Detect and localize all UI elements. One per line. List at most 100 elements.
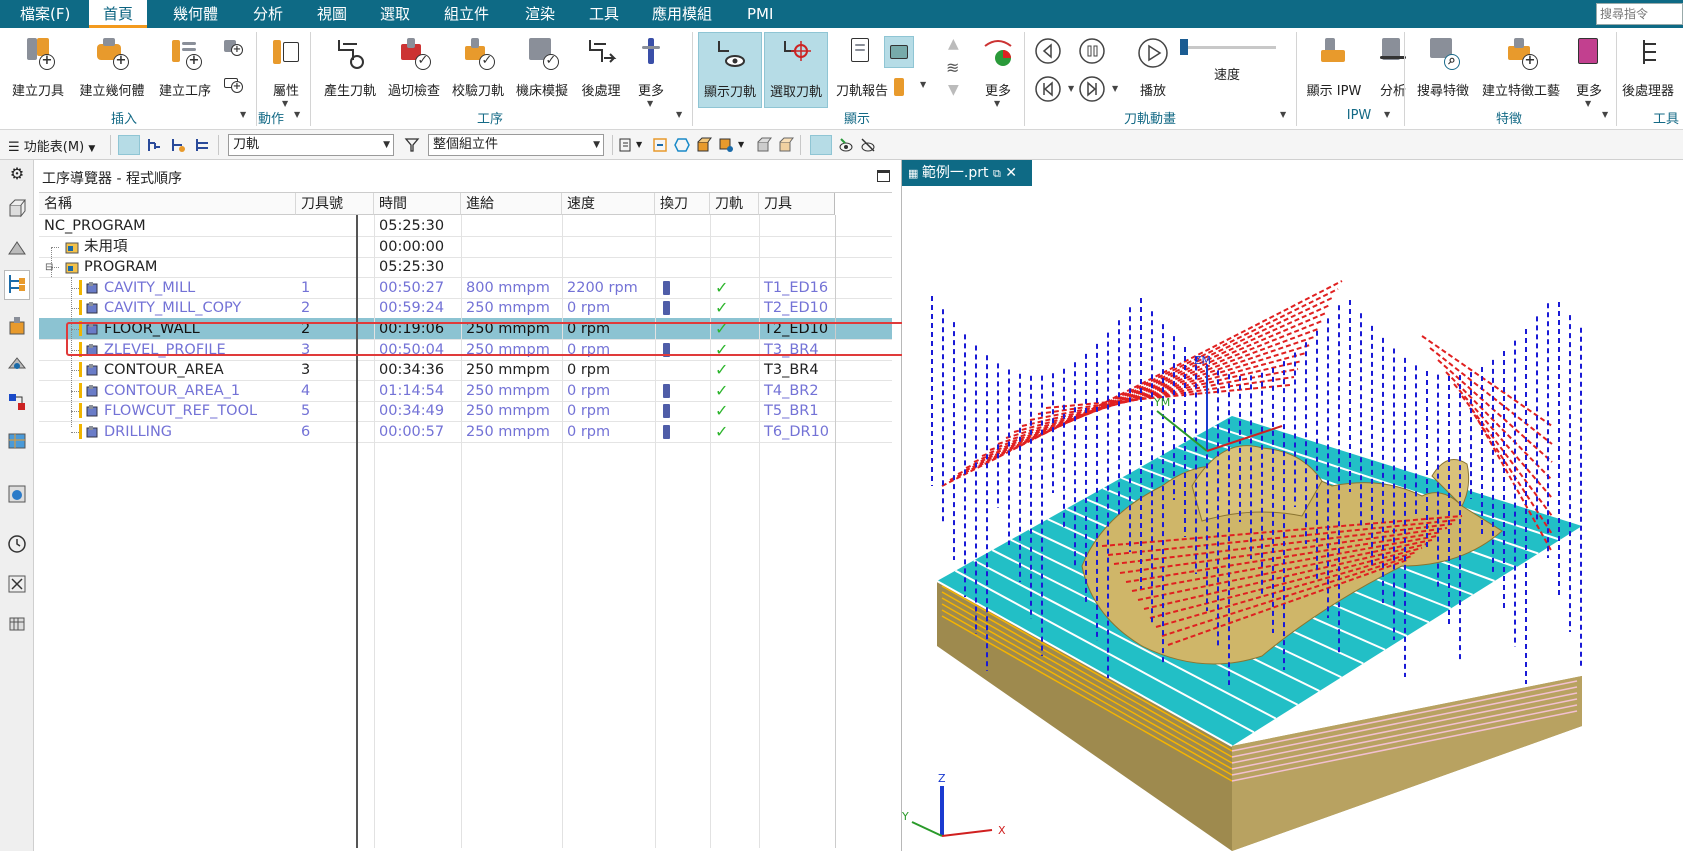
group-insert-dropdown-icon[interactable]: ▼ bbox=[240, 110, 246, 119]
display-tool-button[interactable] bbox=[884, 72, 914, 102]
history-clock-icon[interactable] bbox=[7, 534, 27, 554]
table-row[interactable]: CONTOUR_AREA_1 4 01:14:54 250 mmpm 0 rpm T4_B… bbox=[39, 380, 892, 402]
column-header-tool-number[interactable]: 刀具號 bbox=[296, 193, 374, 215]
go-end-button[interactable] bbox=[1076, 74, 1108, 106]
menu-analysis[interactable]: 分析 bbox=[253, 0, 283, 28]
graphics-viewport[interactable]: ZM YM Z Y X bbox=[902, 186, 1683, 851]
menu-pmi[interactable]: PMI bbox=[747, 0, 773, 28]
menu-assembly[interactable]: 組立件 bbox=[444, 0, 489, 28]
menu-geometry[interactable]: 幾何體 bbox=[173, 0, 218, 28]
display-tool-dropdown-icon[interactable]: ▼ bbox=[920, 80, 926, 89]
snap-settings-icon[interactable] bbox=[618, 137, 634, 153]
column-header-tool-change[interactable]: 換刀 bbox=[655, 193, 710, 215]
undock-icon[interactable]: ⧉ bbox=[993, 167, 1001, 180]
postprocess-button[interactable]: 後處理 bbox=[574, 32, 628, 102]
create-tool-button[interactable]: + 建立刀具 bbox=[8, 32, 68, 102]
gouge-check-button[interactable]: ✓ 過切檢查 bbox=[382, 32, 446, 102]
menu-button[interactable]: ☰ 功能表(M) ▼ bbox=[8, 136, 95, 155]
menu-select[interactable]: 選取 bbox=[380, 0, 410, 28]
column-header-feed[interactable]: 進給 bbox=[461, 193, 562, 215]
maximize-icon[interactable] bbox=[877, 170, 890, 182]
scope-dropdown[interactable]: 整個組立件 ▼ bbox=[428, 134, 604, 156]
collapse-toggle-icon[interactable]: ⊟ bbox=[45, 262, 53, 273]
create-program-button[interactable]: + bbox=[218, 68, 248, 102]
create-method-button[interactable]: + bbox=[218, 32, 248, 66]
name-column-divider[interactable] bbox=[356, 215, 358, 848]
table-row[interactable]: ZLEVEL_PROFILE 3 00:50:04 250 mmpm 0 rpm T3_B… bbox=[39, 339, 892, 361]
postprocess-cut-button[interactable]: 後處理器 bbox=[1622, 32, 1683, 102]
show-object-icon[interactable] bbox=[838, 137, 854, 153]
speed-slider-thumb[interactable] bbox=[1180, 39, 1188, 55]
more-feature-button[interactable]: 更多 ▼ bbox=[1566, 32, 1612, 108]
table-row[interactable]: NC_PROGRAM 05:25:30 bbox=[39, 215, 892, 237]
layer-nav-button[interactable]: ▲ ≋ ▼ bbox=[936, 32, 972, 102]
find-feature-button[interactable]: ⌕ 搜尋特徵 bbox=[1410, 32, 1476, 102]
close-icon[interactable]: ✕ bbox=[1005, 165, 1017, 181]
geometry-view-icon[interactable] bbox=[170, 137, 186, 153]
verify-path-button[interactable]: ✓ 校驗刀軌 bbox=[446, 32, 510, 102]
table-row[interactable]: CAVITY_MILL_COPY 2 00:59:24 250 mmpm 0 rpm T2… bbox=[39, 297, 892, 320]
group-animation-dropdown-icon[interactable]: ▼ bbox=[1280, 110, 1286, 119]
column-header-name[interactable]: 名稱 bbox=[39, 193, 296, 215]
go-start-dropdown-icon[interactable]: ▼ bbox=[1068, 84, 1074, 93]
group-ipw-dropdown-icon[interactable]: ▼ bbox=[1384, 110, 1390, 119]
show-ipw-button[interactable]: 顯示 IPW bbox=[1300, 32, 1368, 102]
process-tools-icon[interactable] bbox=[7, 574, 27, 594]
machining-feature-navigator-icon[interactable] bbox=[7, 354, 27, 374]
feature-select-dropdown-icon[interactable]: ▼ bbox=[738, 140, 744, 149]
table-row[interactable]: CONTOUR_AREA 3 00:34:36 250 mmpm 0 rpm T3_BR4… bbox=[39, 359, 892, 382]
select-all-icon[interactable] bbox=[652, 137, 668, 153]
menu-home[interactable]: 首頁 bbox=[89, 0, 148, 28]
snap-dropdown-icon[interactable]: ▼ bbox=[636, 140, 642, 149]
machine-sim-button[interactable]: ✓ 機床模擬 bbox=[510, 32, 574, 102]
machine-tool-view-icon[interactable] bbox=[146, 137, 162, 153]
table-row[interactable]: ⊟ PROGRAM 05:25:30 bbox=[39, 256, 892, 279]
web-browser-icon[interactable] bbox=[7, 484, 27, 504]
reuse-library-icon[interactable] bbox=[7, 430, 27, 450]
column-header-speed[interactable]: 速度 bbox=[562, 193, 655, 215]
method-view-icon[interactable] bbox=[194, 137, 210, 153]
menu-view[interactable]: 視圖 bbox=[317, 0, 347, 28]
mcs-display-icon[interactable] bbox=[810, 135, 832, 155]
table-row[interactable]: FLOOR_WALL 2 00:19:06 250 mmpm 0 rpm T2_ED10 ✓ bbox=[39, 318, 892, 340]
table-row[interactable]: FLOWCUT_REF_TOOL 5 00:34:49 250 mmpm 0 rpm T5… bbox=[39, 400, 892, 423]
cube-outline-icon[interactable] bbox=[756, 137, 772, 153]
feature-navigator-icon[interactable] bbox=[7, 392, 27, 412]
group-operation-dropdown-icon[interactable]: ▼ bbox=[676, 110, 682, 119]
pause-button[interactable] bbox=[1076, 36, 1108, 68]
hexagon-select-icon[interactable] bbox=[674, 137, 690, 153]
document-tab[interactable]: ▦ 範例一.prt ⧉ ✕ bbox=[902, 160, 1032, 186]
create-geometry-button[interactable]: + 建立幾何體 bbox=[76, 32, 148, 102]
filter-icon[interactable] bbox=[404, 137, 420, 153]
properties-button[interactable]: 屬性 ▼ bbox=[262, 32, 310, 108]
type-filter-dropdown[interactable]: 刀軌 ▼ bbox=[228, 134, 394, 156]
operation-navigator-icon[interactable] bbox=[4, 270, 30, 300]
create-feature-op-button[interactable]: + 建立特徵工藝 bbox=[1476, 32, 1566, 102]
play-button[interactable]: 播放 bbox=[1124, 32, 1182, 102]
go-start-button[interactable] bbox=[1032, 74, 1064, 106]
menu-applications[interactable]: 應用模組 bbox=[652, 0, 712, 28]
assembly-navigator-icon[interactable] bbox=[7, 198, 27, 218]
more-display-button[interactable]: 更多 ▼ bbox=[974, 32, 1022, 108]
menu-file[interactable]: 檔案(F) bbox=[20, 0, 70, 28]
display-mode-button[interactable] bbox=[884, 36, 914, 68]
go-end-dropdown-icon[interactable]: ▼ bbox=[1112, 84, 1118, 93]
generate-path-button[interactable]: 產生刀軌 bbox=[318, 32, 382, 102]
menu-render[interactable]: 渲染 bbox=[525, 0, 555, 28]
column-header-path[interactable]: 刀軌 bbox=[710, 193, 759, 215]
show-path-button[interactable]: 顯示刀軌 bbox=[698, 32, 762, 108]
more-operations-button[interactable]: 更多 ▼ bbox=[628, 32, 674, 108]
column-header-time[interactable]: 時間 bbox=[374, 193, 461, 215]
select-path-button[interactable]: 選取刀軌 bbox=[764, 32, 828, 108]
table-row[interactable]: DRILLING 6 00:00:57 250 mmpm 0 rpm T6_DR10 ✓ bbox=[39, 421, 892, 443]
speed-slider-track[interactable] bbox=[1182, 46, 1276, 49]
program-order-view-icon[interactable] bbox=[118, 135, 140, 155]
roles-icon[interactable] bbox=[7, 614, 27, 634]
gear-icon[interactable]: ⚙ bbox=[7, 164, 27, 184]
feature-select-icon[interactable] bbox=[718, 137, 734, 153]
body-select-icon[interactable] bbox=[696, 137, 712, 153]
create-operation-button[interactable]: + 建立工序 bbox=[152, 32, 218, 102]
group-action-dropdown-icon[interactable]: ▼ bbox=[294, 110, 300, 119]
cube-section-icon[interactable] bbox=[778, 137, 794, 153]
group-feature-dropdown-icon[interactable]: ▼ bbox=[1602, 110, 1608, 119]
